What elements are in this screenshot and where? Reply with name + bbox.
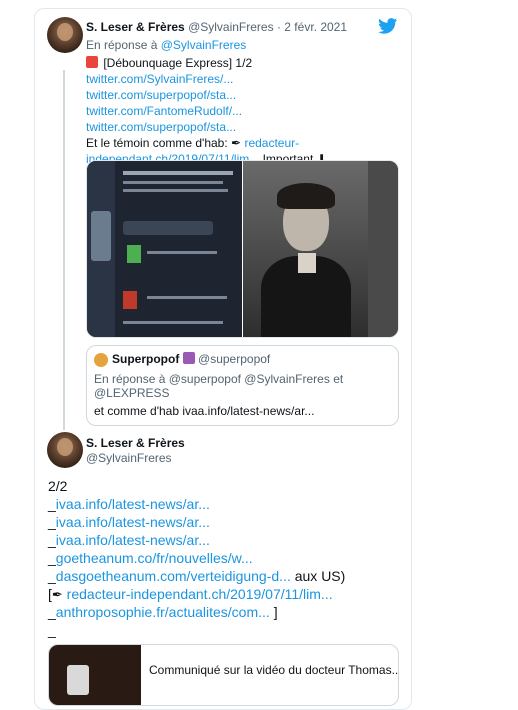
quote-avatar[interactable] — [94, 353, 108, 367]
display-name[interactable]: S. Leser & Frères — [86, 20, 185, 34]
tweet2-link-line: _goetheanum.co/fr/nouvelles/w... — [48, 550, 253, 566]
pen-emoji-icon: ✒ — [231, 136, 242, 150]
tweet2-link-line: _ivaa.info/latest-news/ar... — [48, 514, 210, 530]
tweet-link[interactable]: twitter.com/FantomeRudolf/... — [86, 104, 242, 118]
tweet2-trailing: _ — [48, 622, 56, 638]
tweet2-name: S. Leser & Frères — [86, 436, 185, 450]
quote-reply-context: En réponse à @superpopof @SylvainFreres … — [94, 372, 344, 386]
quote-text: et comme d'hab ivaa.info/latest-news/ar.… — [94, 404, 315, 418]
tweet-media[interactable] — [86, 160, 399, 338]
tweet2-link-line: _anthroposophie.fr/actualites/com... ] — [48, 604, 278, 620]
tweet2-link-line: _dasgoetheanum.com/verteidigung-d... aux… — [48, 568, 346, 584]
quote-header: Superpopof @superpopof — [112, 352, 271, 366]
tweet2-link-line: _ivaa.info/latest-news/ar... — [48, 532, 210, 548]
siren-emoji-icon — [86, 56, 98, 68]
link-preview-card[interactable]: Communiqué sur la vidéo du docteur Thoma… — [48, 644, 399, 706]
media-portrait-image[interactable] — [243, 161, 398, 337]
separator: · — [276, 20, 281, 34]
tweet-link[interactable]: twitter.com/SylvainFreres/... — [86, 72, 233, 86]
tweet1-header: S. Leser & Frères @SylvainFreres · 2 fév… — [86, 20, 347, 34]
thread-line — [63, 70, 65, 430]
tweet2-link-line: [✒ redacteur-independant.ch/2019/07/11/l… — [48, 586, 333, 602]
handle[interactable]: @SylvainFreres — [188, 20, 274, 34]
link-preview-image — [49, 645, 141, 705]
tweet2-link-line: _ivaa.info/latest-news/ar... — [48, 496, 210, 512]
twitter-bird-icon[interactable] — [378, 18, 398, 34]
pen-emoji-icon: ✒ — [51, 587, 63, 602]
witness-link[interactable]: redacteur- — [244, 136, 299, 150]
avatar[interactable] — [47, 17, 83, 53]
tweet1-title: [Débounquage Express] 1/2 — [86, 56, 252, 70]
avatar[interactable] — [47, 432, 83, 468]
reply-mention[interactable]: @SylvainFreres — [161, 38, 247, 52]
verified-purple-icon — [182, 352, 195, 364]
media-screenshot-image[interactable] — [87, 161, 242, 337]
link-preview-title: Communiqué sur la vidéo du docteur Thoma… — [149, 663, 399, 677]
tweet-date[interactable]: 2 févr. 2021 — [284, 20, 347, 34]
tweet-link[interactable]: twitter.com/superpopof/sta... — [86, 120, 236, 134]
handle[interactable]: @SylvainFreres — [86, 451, 172, 465]
witness-line: Et le témoin comme d'hab: ✒ redacteur- — [86, 136, 300, 150]
reply-context: En réponse à @SylvainFreres — [86, 38, 247, 52]
tweet-link[interactable]: twitter.com/superpopof/sta... — [86, 88, 236, 102]
tweet2-numbering: 2/2 — [48, 478, 68, 494]
